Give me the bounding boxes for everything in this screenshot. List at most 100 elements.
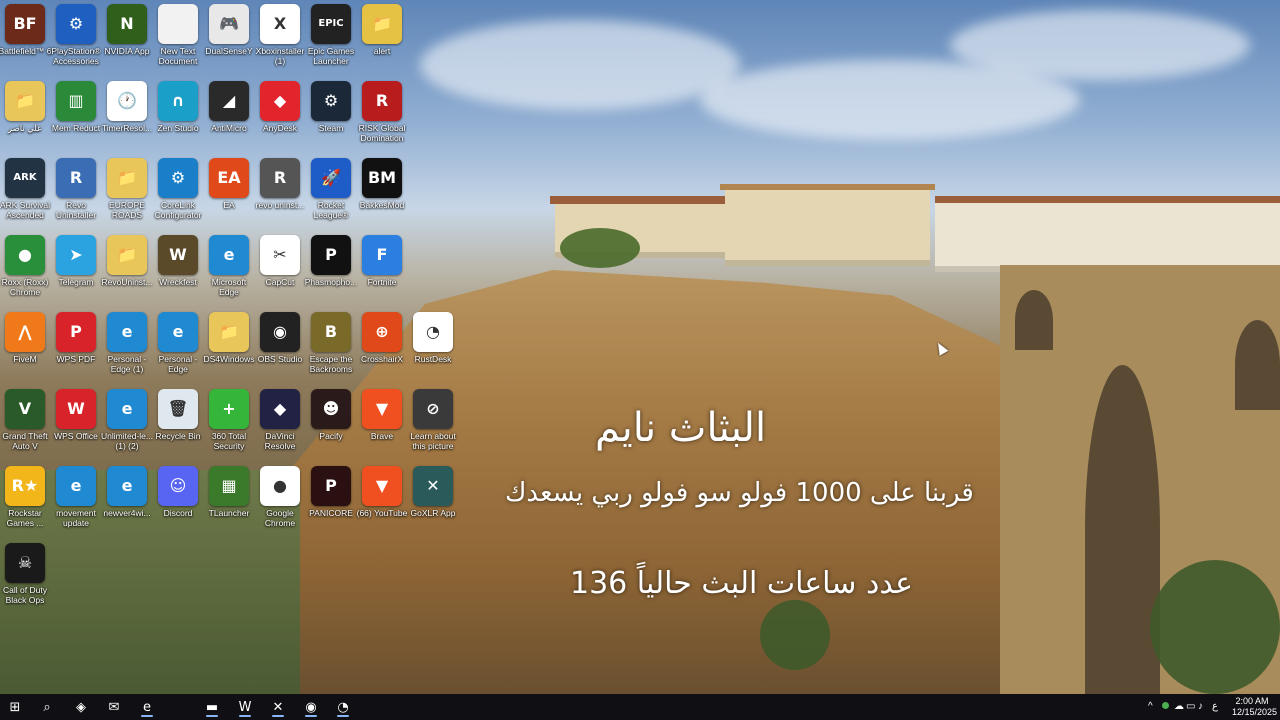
file-explorer-button[interactable]: ▬ xyxy=(201,697,223,717)
desktop-icon[interactable]: W Wreckfest xyxy=(150,233,206,309)
taskbar-clock[interactable]: 2:00 AM 12/15/2025 xyxy=(1232,696,1277,718)
desktop-icon[interactable]: 🎮 DualSenseY xyxy=(201,2,257,78)
desktop-icon[interactable]: ▥ Mem Reduct xyxy=(48,79,104,155)
desktop-icon[interactable]: N NVIDIA App xyxy=(99,2,155,78)
desktop-icon[interactable]: ⚙ CoreLink Configurator xyxy=(150,156,206,232)
desktop-icon[interactable]: P Phasmopho... xyxy=(303,233,359,309)
desktop-icon[interactable]: +360 Total Security xyxy=(201,387,257,463)
network-icon[interactable]: ▭ xyxy=(1186,701,1195,712)
desktop-icon[interactable]: e Microsoft Edge xyxy=(201,233,257,309)
desktop-icon[interactable]: P PANICORE xyxy=(303,464,359,540)
wallpaper-bridge-arch xyxy=(1015,290,1053,350)
desktop-icon[interactable]: ☻ Pacify xyxy=(303,387,359,463)
desktop-icon[interactable]: ⚙ Steam xyxy=(303,79,359,155)
desktop-icon[interactable]: 📁 DS4Windows xyxy=(201,310,257,386)
desktop-icon[interactable]: P WPS PDF xyxy=(48,310,104,386)
desktop-icon[interactable]: ☠ Call of Duty Black Ops xyxy=(0,541,53,617)
desktop-icon[interactable]: ☺ Discord xyxy=(150,464,206,540)
desktop-icon[interactable]: ▼ Brave xyxy=(354,387,410,463)
desktop-icon[interactable]: ➤ Telegram xyxy=(48,233,104,309)
desktop-icon[interactable]: 📁 EUROPE ROADS xyxy=(99,156,155,232)
desktop-icon[interactable]: ● Roxx (Roxx) Chrome xyxy=(0,233,53,309)
desktop-icon[interactable]: 📁 RevoUninst... xyxy=(99,233,155,309)
desktop-icon[interactable]: ◔ RustDesk xyxy=(405,310,461,386)
desktop-icon[interactable]: 🚀 Rocket League® xyxy=(303,156,359,232)
desktop-icon[interactable]: Rrevo uninst... xyxy=(252,156,308,232)
status-dot-icon[interactable] xyxy=(1162,701,1169,712)
desktop-icon-label: Telegram xyxy=(58,277,94,287)
desktop-icon-label: New Text Document xyxy=(158,46,198,66)
desktop-icon-label: AnyDesk xyxy=(262,123,297,133)
desktop-icon[interactable]: ▦ TLauncher xyxy=(201,464,257,540)
desktop-icon[interactable]: R Revo Uninstaller xyxy=(48,156,104,232)
desktop-icon[interactable]: 📁 علي ناصر xyxy=(0,79,53,155)
desktop-icon-label: WPS PDF xyxy=(56,354,96,364)
desktop-icon[interactable]: ∩ Zen Studio xyxy=(150,79,206,155)
desktop-icon[interactable]: BF Battlefield™ 6 xyxy=(0,2,53,78)
volume-icon[interactable]: ♪ xyxy=(1198,701,1203,712)
clock-app-button[interactable]: ◔ xyxy=(332,697,354,717)
wps-taskbar-button[interactable]: W xyxy=(234,697,256,717)
desktop-icon[interactable]: 🕐 TimerResol... xyxy=(99,79,155,155)
show-hidden-icons-chevron[interactable]: ^ xyxy=(1148,701,1153,712)
desktop-icon[interactable]: ◉ OBS Studio xyxy=(252,310,308,386)
desktop-icon[interactable]: ⋀ FiveM xyxy=(0,310,53,386)
app-icon: ⚙ xyxy=(56,4,96,44)
desktop-icon[interactable]: EA EA xyxy=(201,156,257,232)
wallpaper-cloud xyxy=(950,10,1250,80)
app-icon: e xyxy=(107,312,147,352)
desktop-icon-label: CoreLink Configurator xyxy=(154,200,202,220)
desktop-icon-label: Personal - Edge (1) xyxy=(107,354,147,374)
desktop-icon[interactable]: ✂ CapCut xyxy=(252,233,308,309)
app-icon xyxy=(158,4,198,44)
start-button[interactable]: ⊞ xyxy=(4,697,26,717)
desktop-icon[interactable]: ✕ GoXLR App xyxy=(405,464,461,540)
desktop-icon[interactable]: B Escape the Backrooms xyxy=(303,310,359,386)
desktop-icon[interactable]: X Xboxinstaller (1) xyxy=(252,2,308,78)
mail-button[interactable]: ✉ xyxy=(103,697,125,717)
desktop-icon-label: Google Chrome xyxy=(264,508,296,528)
desktop-icon-label: Zen Studio xyxy=(157,123,199,133)
desktop-icon[interactable]: ARK ARK Survival Ascended xyxy=(0,156,53,232)
desktop-icon[interactable]: e newver4wi... xyxy=(99,464,155,540)
app-icon: e xyxy=(56,466,96,506)
desktop-icon[interactable]: New Text Document xyxy=(150,2,206,78)
goxlr-taskbar-button[interactable]: ✕ xyxy=(267,697,289,717)
desktop-icon[interactable]: ▼ (66) YouTube xyxy=(354,464,410,540)
desktop-icon[interactable]: EPIC Epic Games Launcher xyxy=(303,2,359,78)
desktop-icon[interactable]: e Personal - Edge (1) xyxy=(99,310,155,386)
desktop-icon-label: Xboxinstaller (1) xyxy=(255,46,305,66)
copilot-button[interactable]: ◈ xyxy=(70,697,92,717)
desktop-icon[interactable]: R★ Rockstar Games ... xyxy=(0,464,53,540)
search-button[interactable]: ⌕ xyxy=(36,697,58,717)
app-icon: R★ xyxy=(5,466,45,506)
desktop-icon[interactable]: ◆ DaVinci Resolve xyxy=(252,387,308,463)
desktop-icon[interactable]: ◆ AnyDesk xyxy=(252,79,308,155)
copilot-icon: ◈ xyxy=(76,699,86,715)
desktop-icon[interactable]: 📁 alert xyxy=(354,2,410,78)
desktop-icon[interactable]: e Unlimited-le... (1) (2) xyxy=(99,387,155,463)
desktop-icon[interactable]: V Grand Theft Auto V xyxy=(0,387,53,463)
desktop-icon[interactable]: ⊕ CrosshairX xyxy=(354,310,410,386)
desktop-icon[interactable]: ● Google Chrome xyxy=(252,464,308,540)
desktop-icon[interactable]: e Personal - Edge xyxy=(150,310,206,386)
obs-taskbar-button[interactable]: ◉ xyxy=(300,697,322,717)
desktop[interactable]: BF Battlefield™ 6 ⚙ PlayStation® Accessorie… xyxy=(0,0,1280,694)
desktop-icon[interactable]: BM BakkesMod xyxy=(354,156,410,232)
app-icon: R xyxy=(362,81,402,121)
desktop-icon[interactable]: ⚙ PlayStation® Accessories xyxy=(48,2,104,78)
onedrive-icon[interactable]: ☁ xyxy=(1174,701,1184,712)
desktop-icon[interactable]: ◢ AntiMicro xyxy=(201,79,257,155)
desktop-icon[interactable]: e movement update xyxy=(48,464,104,540)
desktop-icon[interactable]: W WPS Office xyxy=(48,387,104,463)
desktop-icon[interactable]: 🗑 Recycle Bin xyxy=(150,387,206,463)
app-icon: N xyxy=(107,4,147,44)
edge-taskbar-button[interactable]: e xyxy=(136,697,158,717)
desktop-icon-label: Epic Games Launcher xyxy=(307,46,355,66)
input-language-indicator[interactable]: ع xyxy=(1212,701,1218,712)
wallpaper-tree xyxy=(1150,560,1280,694)
desktop-icon[interactable]: R RISK Global Domination xyxy=(354,79,410,155)
desktop-icon[interactable]: ⊘ Learn about this picture xyxy=(405,387,461,463)
app-icon: ⊕ xyxy=(362,312,402,352)
desktop-icon[interactable]: F Fortnite xyxy=(354,233,410,309)
